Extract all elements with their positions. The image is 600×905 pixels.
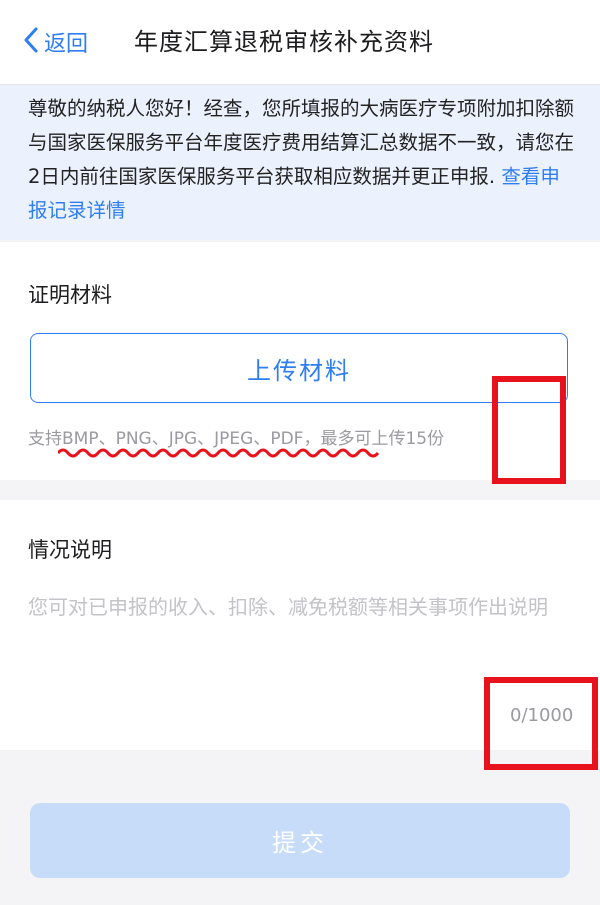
nav-bar: 返回 年度汇算退税审核补充资料 — [0, 0, 600, 85]
upload-materials-button[interactable]: 上传材料 — [30, 333, 568, 403]
red-highlight-box — [484, 677, 598, 770]
chevron-left-icon — [22, 25, 40, 59]
description-textarea[interactable]: 您可对已申报的收入、扣除、减免税额等相关事项作出说明 — [28, 590, 578, 624]
description-label: 情况说明 — [28, 538, 112, 562]
back-label: 返回 — [44, 32, 89, 57]
notice-text: 尊敬的纳税人您好！经查，您所填报的大病医疗专项附加扣除额与国家医保服务平台年度医… — [28, 92, 576, 228]
red-highlight-box — [492, 376, 566, 484]
notice-message: 尊敬的纳税人您好！经查，您所填报的大病医疗专项附加扣除额与国家医保服务平台年度医… — [28, 97, 575, 188]
materials-label: 证明材料 — [28, 283, 112, 307]
page-title: 年度汇算退税审核补充资料 — [134, 28, 434, 56]
submit-button[interactable]: 提交 — [30, 803, 570, 878]
back-button[interactable]: 返回 — [22, 24, 88, 60]
wavy-underline-annotation — [58, 448, 380, 458]
